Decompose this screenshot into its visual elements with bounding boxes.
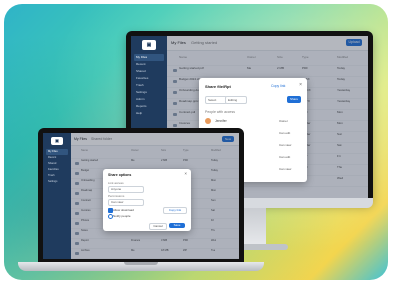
copy-link[interactable]: Copy link (271, 84, 285, 88)
pagination: 123 (151, 250, 175, 255)
save-button[interactable]: Save (169, 223, 185, 228)
sidebar-item-reports[interactable]: Reports (134, 103, 164, 110)
permission-dropdown[interactable]: Can view (279, 167, 291, 171)
avatar (205, 118, 211, 124)
person-name: Jennifer (215, 119, 227, 123)
permission-dropdown[interactable]: Can edit (279, 131, 290, 135)
sidebar-item-help[interactable]: Help (134, 110, 164, 117)
app-logo: ▣ (51, 137, 63, 145)
permission-field[interactable]: Editing (225, 96, 247, 104)
dialog-title: Share file/Rpt (205, 84, 231, 89)
sidebar-item-recent[interactable]: Recent (134, 61, 164, 68)
sidebar-item-my-files[interactable]: My Files (134, 54, 164, 61)
copy-link-button[interactable]: Copy link (163, 207, 187, 214)
sidebar-item-settings[interactable]: Settings (46, 179, 68, 185)
share-options-dialog: Share options × Link access Anyone Permi… (103, 169, 191, 231)
permissions-label: Permissions (108, 194, 125, 198)
permissions-select[interactable]: Can view (108, 199, 144, 206)
select-field[interactable]: Select (205, 96, 227, 104)
permission-dropdown[interactable]: Can view (279, 143, 291, 147)
laptop-notch (124, 262, 158, 265)
sidebar-item-settings[interactable]: Settings (134, 89, 164, 96)
permission-dropdown[interactable]: Owner (279, 119, 288, 123)
laptop-screen: ▣ My Files Recent Shared Favorites Trash Sett… (43, 133, 239, 259)
laptop-sidebar: ▣ My Files Recent Shared Favorites Trash Sett… (43, 133, 71, 259)
share-button[interactable]: Share (287, 96, 301, 103)
sidebar-item-shared[interactable]: Shared (134, 68, 164, 75)
sidebar-item-trash[interactable]: Trash (134, 82, 164, 89)
link-access-label: Link access (108, 181, 124, 185)
notify-label: Notify people (113, 213, 131, 218)
access-section-label: People with access (205, 110, 235, 114)
laptop: ▣ My Files Recent Shared Favorites Trash Sett… (38, 128, 244, 263)
app-logo: ▣ (142, 40, 156, 50)
permission-dropdown[interactable]: Can edit (279, 155, 290, 159)
link-access-select[interactable]: Anyone (108, 186, 144, 193)
close-icon[interactable]: × (299, 82, 302, 88)
cancel-button[interactable]: Cancel (149, 223, 167, 230)
sidebar-item-admin[interactable]: Admin (134, 96, 164, 103)
dialog-title: Share options (108, 173, 132, 177)
close-icon[interactable]: × (184, 171, 187, 176)
sidebar-item-favorites[interactable]: Favorites (134, 75, 164, 82)
download-label: Allow download (113, 207, 134, 212)
